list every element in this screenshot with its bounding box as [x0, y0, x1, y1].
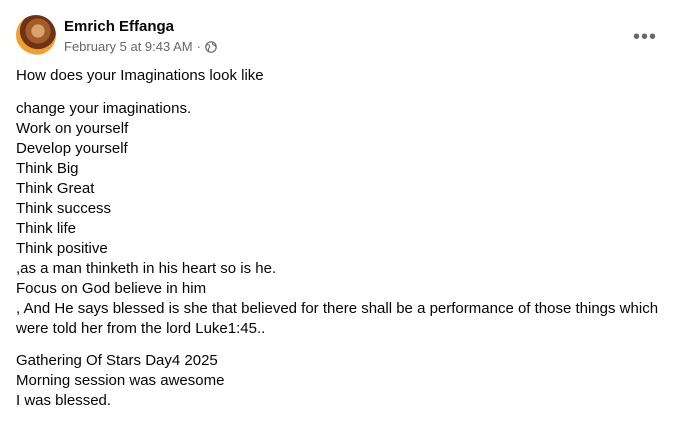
- post-line: Morning session was awesome: [16, 372, 225, 389]
- post-meta: February 5 at 9:43 AM ·: [64, 39, 217, 54]
- post-line: Think Great: [16, 180, 95, 197]
- globe-icon[interactable]: [205, 40, 217, 53]
- timestamp-link[interactable]: February 5 at 9:43 AM: [64, 39, 193, 54]
- post-line: , And He says blessed is she that believ…: [16, 300, 659, 337]
- post-line: Think positive: [16, 240, 108, 257]
- post-line: How does your Imaginations look like: [16, 67, 264, 84]
- post-line: Think success: [16, 200, 112, 217]
- post-line: I was blessed.: [16, 392, 112, 409]
- post-line: Work on yourself: [16, 120, 129, 137]
- facebook-post: Emrich Effanga February 5 at 9:43 AM · •…: [0, 0, 676, 409]
- post-line: change your imaginations.: [16, 100, 192, 117]
- post-header: Emrich Effanga February 5 at 9:43 AM · •…: [16, 12, 666, 56]
- author-name[interactable]: Emrich Effanga: [64, 18, 174, 35]
- post-line: Gathering Of Stars Day4 2025: [16, 352, 218, 369]
- post-line: ,as a man thinketh in his heart so is he…: [16, 260, 277, 277]
- post-line: Think life: [16, 220, 77, 237]
- post-line: Focus on God believe in him: [16, 280, 207, 297]
- meta-separator: ·: [196, 39, 201, 54]
- post-line: Develop yourself: [16, 140, 128, 157]
- post-paragraph: Gathering Of Stars Day4 2025 Morning sess…: [16, 351, 664, 411]
- post-paragraph: change your imaginations. Work on yoursel…: [16, 99, 664, 339]
- post-line: Think Big: [16, 160, 79, 177]
- avatar[interactable]: [16, 15, 56, 55]
- post-paragraph: How does your Imaginations look like: [16, 66, 664, 86]
- post-text: How does your Imaginations look like chan…: [16, 66, 664, 423]
- more-options-icon[interactable]: •••: [630, 22, 660, 52]
